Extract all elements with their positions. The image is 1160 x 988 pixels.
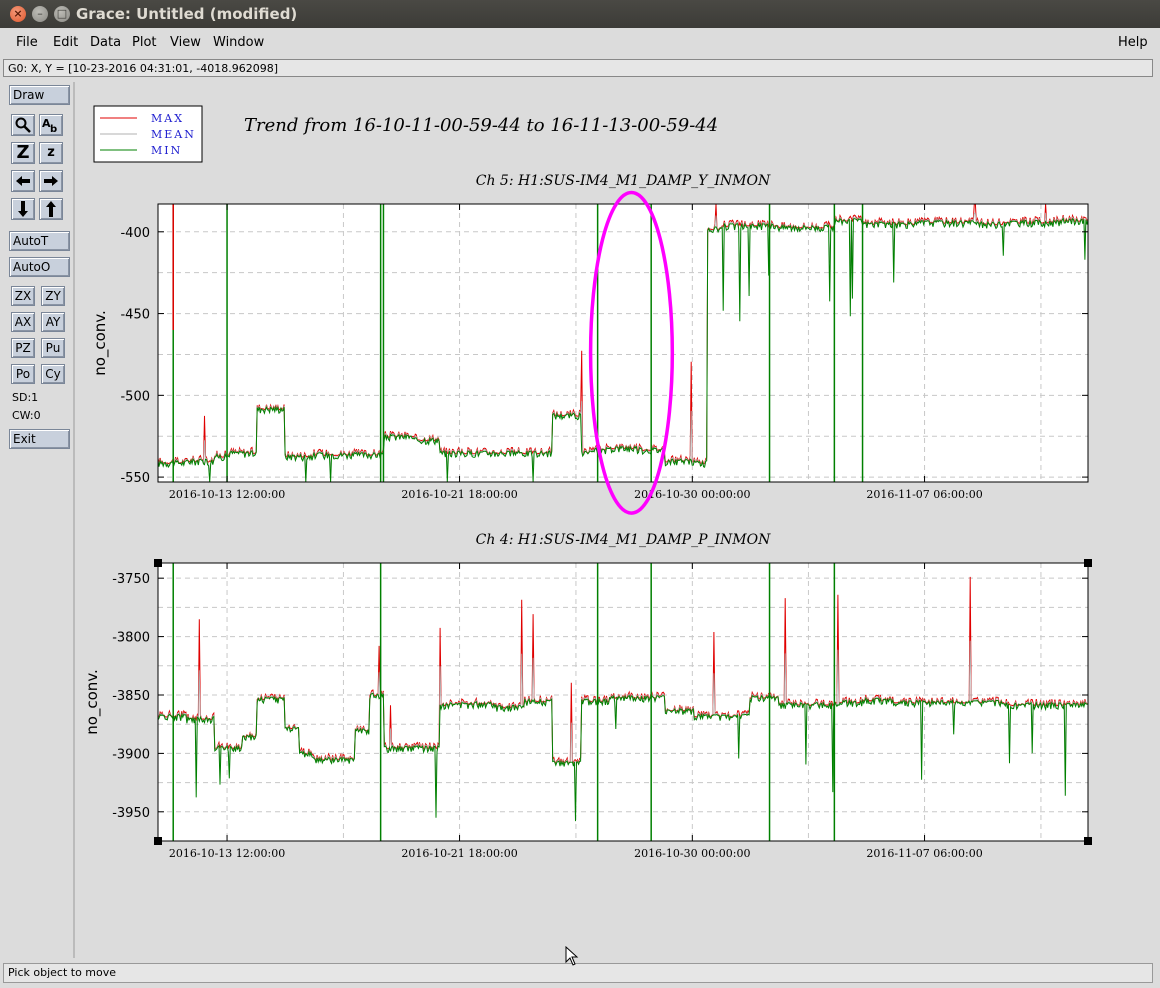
stack-depth-label: SD:1 [12, 391, 39, 404]
pop-button[interactable]: Po [11, 364, 35, 384]
close-icon: × [13, 7, 23, 20]
arrow-down-icon [18, 201, 28, 217]
maximize-icon: □ [56, 7, 68, 20]
zoom-y-button[interactable]: ZY [41, 286, 65, 306]
arrow-up-icon [46, 201, 56, 217]
legend-label-mean: MEAN [151, 128, 196, 141]
y-axis-label: no_conv. [83, 669, 102, 735]
autoscale-button[interactable]: AutoT [9, 231, 70, 251]
zoom-icon [15, 117, 31, 133]
y-axis-label: no_conv. [91, 310, 110, 376]
menu-file[interactable]: File [16, 35, 38, 50]
zoom-button[interactable] [11, 114, 35, 136]
legend-label-max: MAX [151, 112, 184, 125]
close-window-button[interactable]: × [10, 6, 26, 22]
scroll-left-button[interactable] [11, 170, 35, 192]
graph-ch5[interactable]: 2016-10-13 12:00:00 2016-10-21 18:00:00 20… [91, 173, 1089, 515]
locator-display: G0: X, Y = [10-23-2016 04:31:01, -4018.9… [3, 59, 1153, 77]
y-tick-label: -450 [120, 308, 150, 323]
autoscale-y-button[interactable]: AY [41, 312, 65, 332]
y-tick-label: -3750 [112, 572, 150, 587]
arrow-right-icon [44, 176, 58, 186]
y-tick-label: -3850 [112, 689, 150, 704]
plot-area[interactable] [158, 204, 1088, 482]
y-tick-label: -550 [120, 471, 150, 486]
push-button[interactable]: Pu [41, 338, 65, 358]
scroll-right-button[interactable] [39, 170, 63, 192]
mouse-cursor-icon [565, 946, 579, 966]
x-tick-label: 2016-10-13 12:00:00 [169, 847, 285, 860]
zoom-x-button[interactable]: ZX [11, 286, 35, 306]
zoom-in-icon: Z [16, 142, 30, 163]
text-button[interactable]: A b [39, 114, 63, 136]
legend-label-min: MIN [151, 144, 182, 157]
menu-data[interactable]: Data [90, 35, 121, 50]
text-icon: A b [42, 117, 57, 135]
zoom-in-button[interactable]: Z [11, 142, 35, 164]
window-title: Grace: Untitled (modified) [76, 5, 298, 23]
tool-panel: Draw A b Z z AutoT AutoO ZX ZY AX AY PZ … [3, 82, 75, 958]
plot-canvas[interactable]: MAX MEAN MIN Trend from 16-10-11-00-59-4… [77, 82, 1132, 898]
svg-text:b: b [50, 124, 57, 134]
legend[interactable]: MAX MEAN MIN [93, 105, 203, 163]
maximize-window-button[interactable]: □ [54, 6, 70, 22]
push-zoom-button[interactable]: PZ [11, 338, 35, 358]
menu-help[interactable]: Help [1118, 35, 1148, 50]
selection-handle[interactable] [154, 559, 162, 567]
y-tick-label: -500 [120, 389, 150, 404]
scroll-down-button[interactable] [11, 198, 35, 220]
y-tick-label: -3900 [112, 747, 150, 762]
x-tick-label: 2016-11-07 06:00:00 [866, 847, 982, 860]
menu-window[interactable]: Window [213, 35, 264, 50]
y-tick-label: -400 [120, 226, 150, 241]
chart-title[interactable]: Ch 4: H1:SUS-IM4_M1_DAMP_P_INMON [476, 532, 771, 548]
window-titlebar: × – □ Grace: Untitled (modified) [0, 0, 1160, 28]
menu-edit[interactable]: Edit [53, 35, 78, 50]
zoom-out-button[interactable]: z [39, 142, 63, 164]
draw-button[interactable]: Draw [9, 85, 70, 105]
x-tick-label: 2016-10-21 18:00:00 [401, 847, 517, 860]
zoom-out-icon: z [47, 145, 55, 160]
status-bar: Pick object to move [3, 963, 1153, 983]
selection-handle[interactable] [1084, 837, 1092, 845]
selection-handle[interactable] [1084, 559, 1092, 567]
minimize-icon: – [37, 7, 43, 20]
y-tick-label: -3800 [112, 631, 150, 646]
current-world-label: CW:0 [12, 409, 41, 422]
x-tick-label: 2016-10-13 12:00:00 [169, 488, 285, 501]
menu-view[interactable]: View [170, 35, 201, 50]
graph-ch4[interactable]: 2016-10-13 12:00:00 2016-10-21 18:00:00 20… [83, 532, 1092, 860]
plot-title[interactable]: Trend from 16-10-11-00-59-44 to 16-11-13… [244, 115, 718, 136]
menu-bar: File Edit Data Plot View Window Help [0, 28, 1160, 58]
exit-button[interactable]: Exit [9, 429, 70, 449]
menu-plot[interactable]: Plot [132, 35, 157, 50]
x-tick-label: 2016-10-30 00:00:00 [634, 847, 750, 860]
cycle-button[interactable]: Cy [41, 364, 65, 384]
arrow-left-icon [16, 176, 30, 186]
x-tick-label: 2016-11-07 06:00:00 [866, 488, 982, 501]
scroll-up-button[interactable] [39, 198, 63, 220]
y-tick-label: -3950 [112, 806, 150, 821]
plot-svg[interactable]: MAX MEAN MIN Trend from 16-10-11-00-59-4… [77, 82, 1132, 898]
minimize-window-button[interactable]: – [32, 6, 48, 22]
autoscale-on-button[interactable]: AutoO [9, 257, 70, 277]
autoscale-x-button[interactable]: AX [11, 312, 35, 332]
chart-title[interactable]: Ch 5: H1:SUS-IM4_M1_DAMP_Y_INMON [476, 173, 771, 189]
x-tick-label: 2016-10-21 18:00:00 [401, 488, 517, 501]
selection-handle[interactable] [154, 837, 162, 845]
